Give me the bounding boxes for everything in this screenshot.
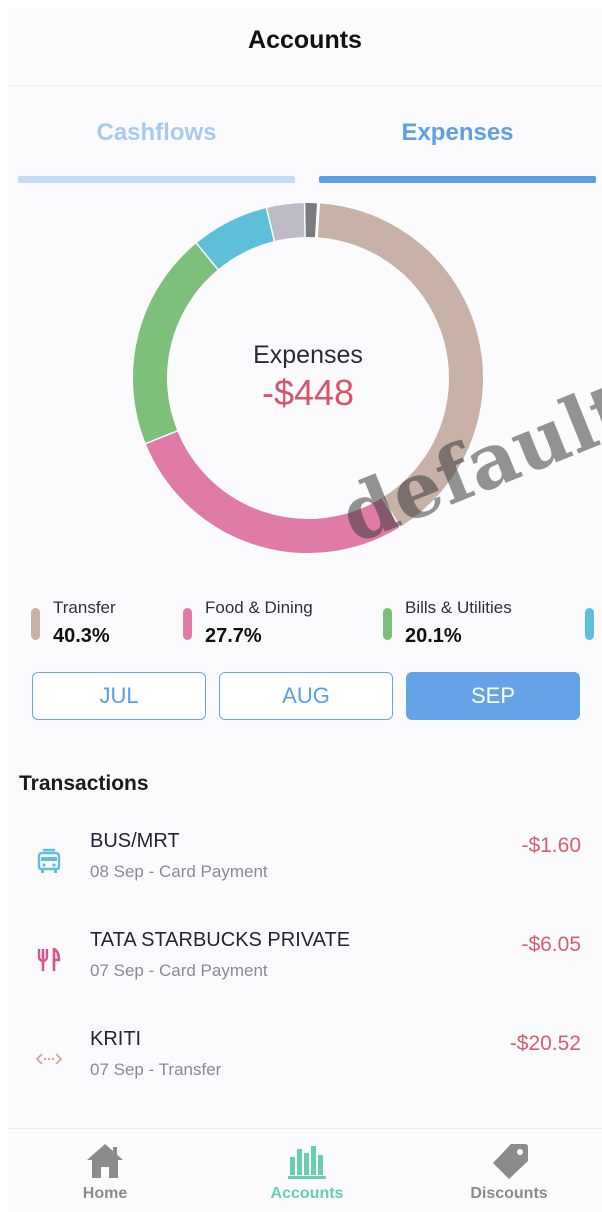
- donut-slice-food-dining: [145, 430, 400, 553]
- legend-swatch: [31, 608, 40, 640]
- donut-center-amount: -$448: [261, 372, 355, 413]
- transaction-title: TATA STARBUCKS PRIVATE: [90, 929, 351, 951]
- nav-accounts[interactable]: Accounts: [237, 1141, 377, 1203]
- donut-slice-transport: [196, 207, 276, 270]
- tab-expenses-indicator: [319, 176, 596, 183]
- transaction-row[interactable]: TATA STARBUCKS PRIVATE 07 Sep - Card Pay…: [8, 925, 602, 1005]
- month-button-sep[interactable]: SEP: [406, 672, 580, 720]
- transaction-row[interactable]: KRITI 07 Sep - Transfer -$20.52: [8, 1024, 602, 1104]
- bottom-navigation: Home Accounts Discounts: [8, 1128, 602, 1212]
- transaction-row[interactable]: BUS/MRT 08 Sep - Card Payment -$1.60: [8, 826, 602, 906]
- transaction-amount: -$1.60: [521, 834, 581, 857]
- nav-home-label: Home: [82, 1185, 128, 1202]
- transaction-amount: -$6.05: [521, 933, 581, 956]
- tab-bar: Cashflows Expenses: [8, 113, 602, 183]
- donut-center: Expenses -$448: [118, 341, 498, 414]
- legend-swatch: [585, 608, 594, 640]
- transaction-subtitle: 08 Sep - Card Payment: [90, 862, 268, 881]
- legend-label: Food & Dining: [205, 598, 313, 617]
- transaction-subtitle: 07 Sep - Transfer: [90, 1060, 222, 1079]
- legend-percent: 20.1%: [405, 625, 462, 647]
- nav-discounts-label: Discounts: [470, 1185, 548, 1202]
- donut-slice-other: [267, 203, 307, 241]
- month-button-aug[interactable]: AUG: [219, 672, 393, 720]
- donut-center-label: Expenses: [253, 341, 363, 369]
- legend-percent: 27.7%: [205, 625, 262, 647]
- nav-accounts-label: Accounts: [270, 1185, 344, 1202]
- month-button-jul[interactable]: JUL: [32, 672, 206, 720]
- transaction-title: KRITI: [90, 1028, 142, 1050]
- tab-cashflows-indicator: [18, 176, 295, 183]
- transaction-title: BUS/MRT: [90, 830, 180, 852]
- nav-discounts[interactable]: Discounts: [439, 1141, 579, 1203]
- transaction-subtitle: 07 Sep - Card Payment: [90, 961, 268, 980]
- transactions-heading: Transactions: [19, 772, 149, 795]
- tag-icon: [493, 1144, 528, 1179]
- expenses-donut-chart: Expenses -$448: [118, 188, 498, 568]
- fork-knife-icon: [37, 947, 61, 971]
- legend-swatch: [383, 608, 392, 640]
- bus-icon: [37, 848, 61, 873]
- legend-label: Transfer: [53, 598, 116, 617]
- home-icon: [87, 1144, 123, 1178]
- tab-cashflows[interactable]: Cashflows: [18, 113, 295, 183]
- nav-home[interactable]: Home: [35, 1141, 175, 1203]
- transfer-icon: [35, 1053, 63, 1065]
- legend-label: Bills & Utilities: [405, 598, 512, 617]
- legend-swatch: [183, 608, 192, 640]
- bar-chart-icon: [288, 1146, 326, 1179]
- chart-legend[interactable]: Transfer 40.3% Food & Dining 27.7% Bills…: [8, 598, 602, 658]
- app-screen: Accounts Cashflows Expenses Expenses -$4…: [8, 8, 602, 1212]
- tab-cashflows-label: Cashflows: [96, 119, 217, 146]
- month-selector: JUL AUG SEP: [8, 672, 602, 722]
- legend-percent: 40.3%: [53, 625, 110, 647]
- app-header: Accounts: [8, 8, 602, 86]
- transaction-amount: -$20.52: [509, 1032, 581, 1055]
- tab-expenses[interactable]: Expenses: [319, 113, 596, 183]
- tab-expenses-label: Expenses: [401, 119, 514, 146]
- page-title: Accounts: [248, 26, 362, 54]
